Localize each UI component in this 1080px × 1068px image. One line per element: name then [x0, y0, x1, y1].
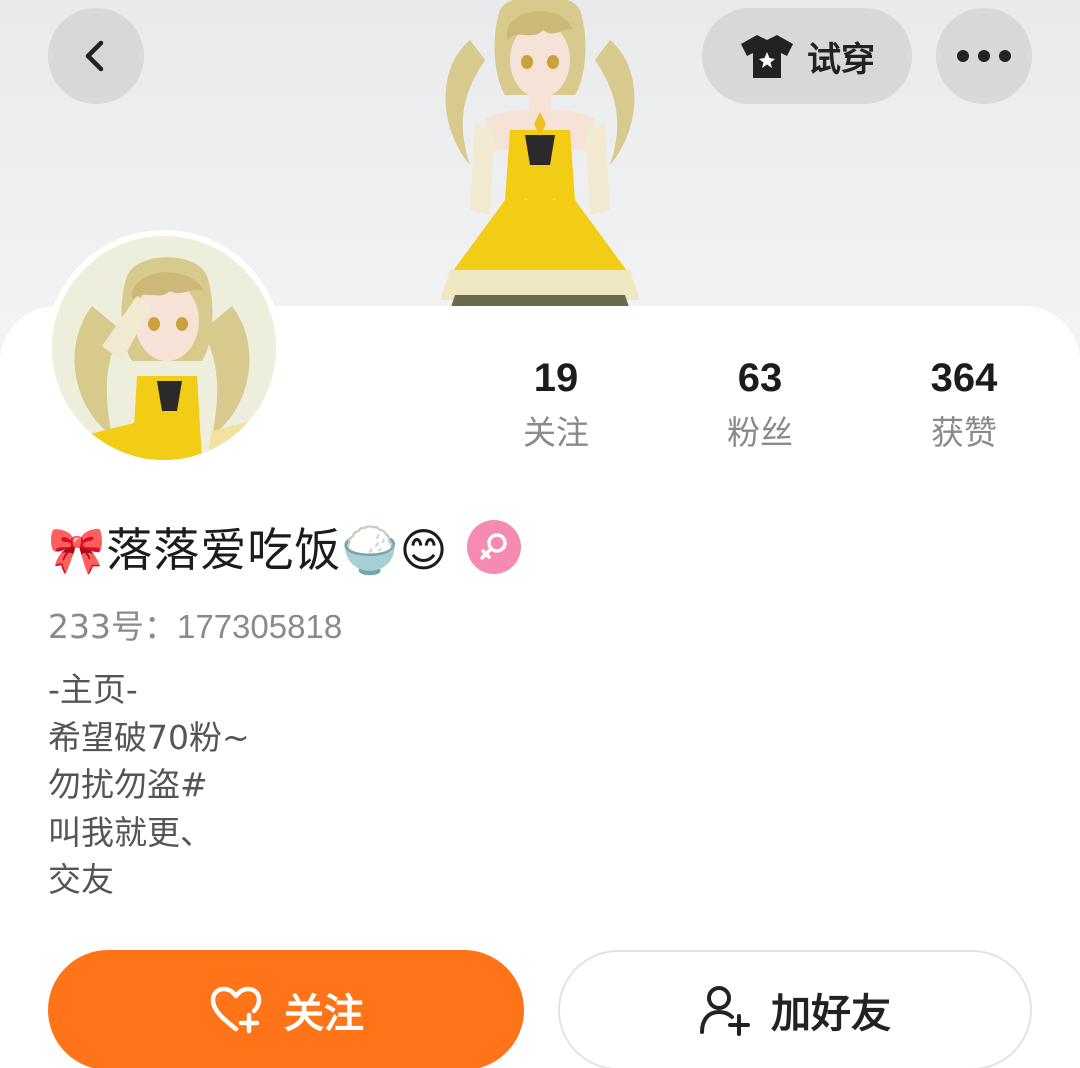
follow-button[interactable]: 关注 — [48, 950, 524, 1068]
avatar-image — [52, 236, 276, 460]
stat-likes-label: 获赞 — [931, 413, 997, 452]
more-button[interactable] — [936, 8, 1032, 104]
user-id[interactable]: 233号：177305818 — [48, 600, 342, 648]
user-id-prefix: 233号： — [48, 607, 177, 646]
chevron-left-icon — [85, 40, 104, 72]
shirt-icon — [741, 35, 793, 78]
user-id-number: 177305818 — [177, 608, 343, 645]
stat-likes[interactable]: 364 获赞 — [864, 352, 1064, 462]
profile-name: 🎀落落爱吃饭🍚😊 — [48, 523, 449, 577]
bio-line: 希望破70粉~ — [48, 717, 250, 757]
back-button[interactable] — [48, 8, 144, 104]
bio-line: 交友 — [48, 860, 114, 899]
bio: -主页- 希望破70粉~ 勿扰勿盗# 叫我就更、 交友 — [48, 666, 250, 904]
heart-plus-icon — [210, 986, 262, 1034]
stat-likes-count: 364 — [930, 356, 998, 400]
stat-following-count: 19 — [533, 356, 579, 400]
stats-row: 19 关注 63 粉丝 364 获赞 — [456, 352, 1066, 472]
bio-line: 勿扰勿盗# — [48, 765, 208, 804]
stat-following-label: 关注 — [523, 413, 589, 452]
stat-followers[interactable]: 63 粉丝 — [660, 352, 860, 462]
female-icon — [466, 520, 521, 574]
stat-followers-label: 粉丝 — [727, 413, 793, 452]
avatar[interactable] — [46, 230, 282, 466]
bio-line: 叫我就更、 — [48, 812, 213, 852]
stat-followers-count: 63 — [737, 356, 783, 400]
try-on-button[interactable]: 试穿 — [702, 8, 912, 104]
more-dots-icon — [957, 50, 1011, 62]
hero-avatar-figure — [440, 0, 640, 310]
bio-line: -主页- — [48, 670, 138, 709]
add-user-icon — [700, 986, 750, 1036]
stat-following[interactable]: 19 关注 — [456, 352, 656, 462]
add-friend-label: 加好友 — [771, 991, 891, 1037]
follow-label: 关注 — [284, 991, 364, 1037]
profile-name-row: 🎀落落爱吃饭🍚😊 — [48, 515, 521, 579]
add-friend-button[interactable]: 加好友 — [558, 950, 1032, 1068]
try-on-label: 试穿 — [807, 39, 875, 80]
